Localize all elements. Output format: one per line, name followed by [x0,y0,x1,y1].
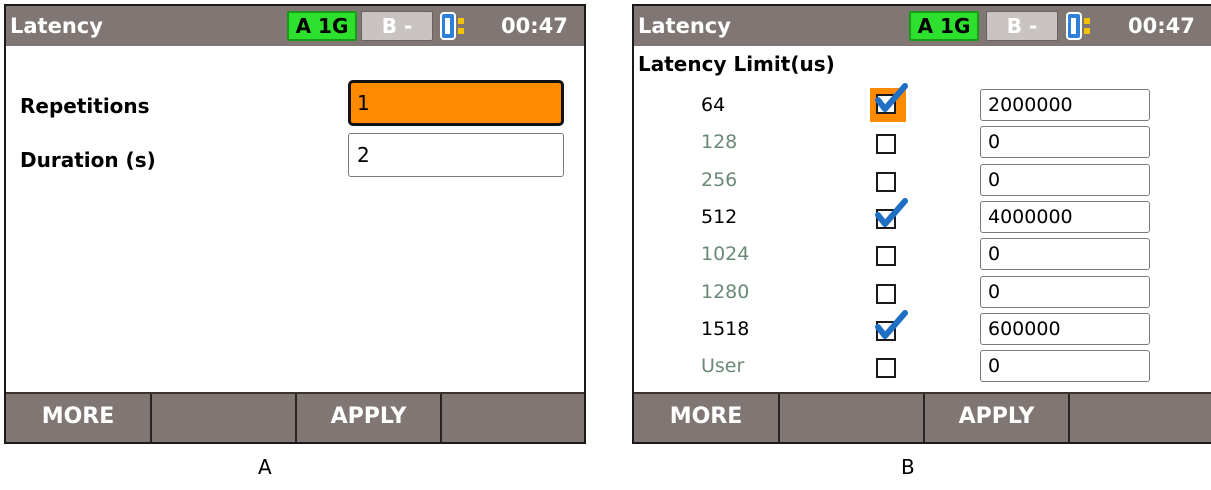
port-b-status[interactable]: B - [361,11,433,41]
screen-title: Latency [638,14,731,38]
latency-limit-input[interactable]: 0 [980,126,1150,158]
frame-size-checkbox[interactable] [870,198,908,233]
softkey-more[interactable]: MORE [6,394,152,442]
latency-limit-row: 256 0 [634,164,1211,196]
softkey-apply[interactable]: APPLY [297,394,442,442]
duration-input[interactable]: 2 [348,133,564,177]
softkey-bar: MORE APPLY [634,392,1211,442]
frame-size-checkbox[interactable] [870,352,904,382]
checkmark-icon [875,198,908,227]
latency-limit-row: 512 4000000 [634,198,1211,233]
softkey-more[interactable]: MORE [634,394,780,442]
repetitions-label: Repetitions [20,94,150,118]
latency-limit-row: 128 0 [634,126,1211,158]
latency-limit-row: 1518 600000 [634,310,1211,345]
frame-size-label: 64 [701,94,726,116]
frame-size-label: User [701,355,745,377]
latency-limit-input[interactable]: 0 [980,164,1150,196]
frame-size-checkbox[interactable] [870,310,908,345]
latency-limit-heading: Latency Limit(us) [638,52,835,76]
port-connector-icon [1066,12,1090,40]
checkbox-box [876,358,896,378]
frame-size-checkbox[interactable] [870,240,904,270]
frame-size-label: 512 [701,206,738,228]
caption-a: A [258,455,272,479]
latency-limit-input[interactable]: 0 [980,350,1150,382]
softkey-2[interactable] [780,394,925,442]
latency-screen-a: Latency A 1G B - 00:47 Repetitions 1 Dur… [4,4,586,444]
port-b-status[interactable]: B - [986,11,1058,41]
checkbox-box [876,246,896,266]
frame-size-label: 128 [701,131,738,153]
latency-limit-row: User 0 [634,350,1211,382]
screen-title: Latency [10,14,103,38]
frame-size-checkbox[interactable] [870,278,904,308]
checkbox-box [876,284,896,304]
latency-limit-row: 64 2000000 [634,83,1211,122]
frame-size-label: 1280 [701,281,750,303]
title-bar: Latency A 1G B - 00:47 [6,6,584,46]
latency-limit-input[interactable]: 600000 [980,313,1150,345]
softkey-2[interactable] [152,394,297,442]
softkey-4[interactable] [1070,394,1211,442]
port-a-status[interactable]: A 1G [909,11,979,41]
frame-size-checkbox[interactable] [870,166,904,196]
softkey-bar: MORE APPLY [6,392,584,442]
port-a-status[interactable]: A 1G [287,11,357,41]
checkbox-box [876,134,896,154]
caption-b: B [901,455,915,479]
duration-label: Duration (s) [20,148,156,172]
latency-limit-input[interactable]: 0 [980,276,1150,308]
latency-limit-input[interactable]: 0 [980,238,1150,270]
latency-screen-b: Latency A 1G B - 00:47 Latency Limit(us)… [632,4,1211,444]
softkey-4[interactable] [442,394,584,442]
softkey-apply[interactable]: APPLY [925,394,1070,442]
checkmark-icon [875,83,908,112]
frame-size-label: 1518 [701,318,750,340]
latency-limit-row: 1024 0 [634,238,1211,270]
checkbox-box [876,172,896,192]
latency-limit-input[interactable]: 4000000 [980,201,1150,233]
clock: 00:47 [1128,14,1195,38]
latency-limit-input[interactable]: 2000000 [980,89,1150,121]
frame-size-label: 256 [701,169,738,191]
title-bar: Latency A 1G B - 00:47 [634,6,1211,46]
repetitions-input[interactable]: 1 [348,80,564,126]
frame-size-label: 1024 [701,243,750,265]
checkmark-icon [875,310,908,339]
port-connector-icon [440,12,464,40]
latency-limit-row: 1280 0 [634,276,1211,308]
frame-size-checkbox[interactable] [870,83,908,122]
frame-size-checkbox[interactable] [870,128,904,158]
clock: 00:47 [501,14,568,38]
